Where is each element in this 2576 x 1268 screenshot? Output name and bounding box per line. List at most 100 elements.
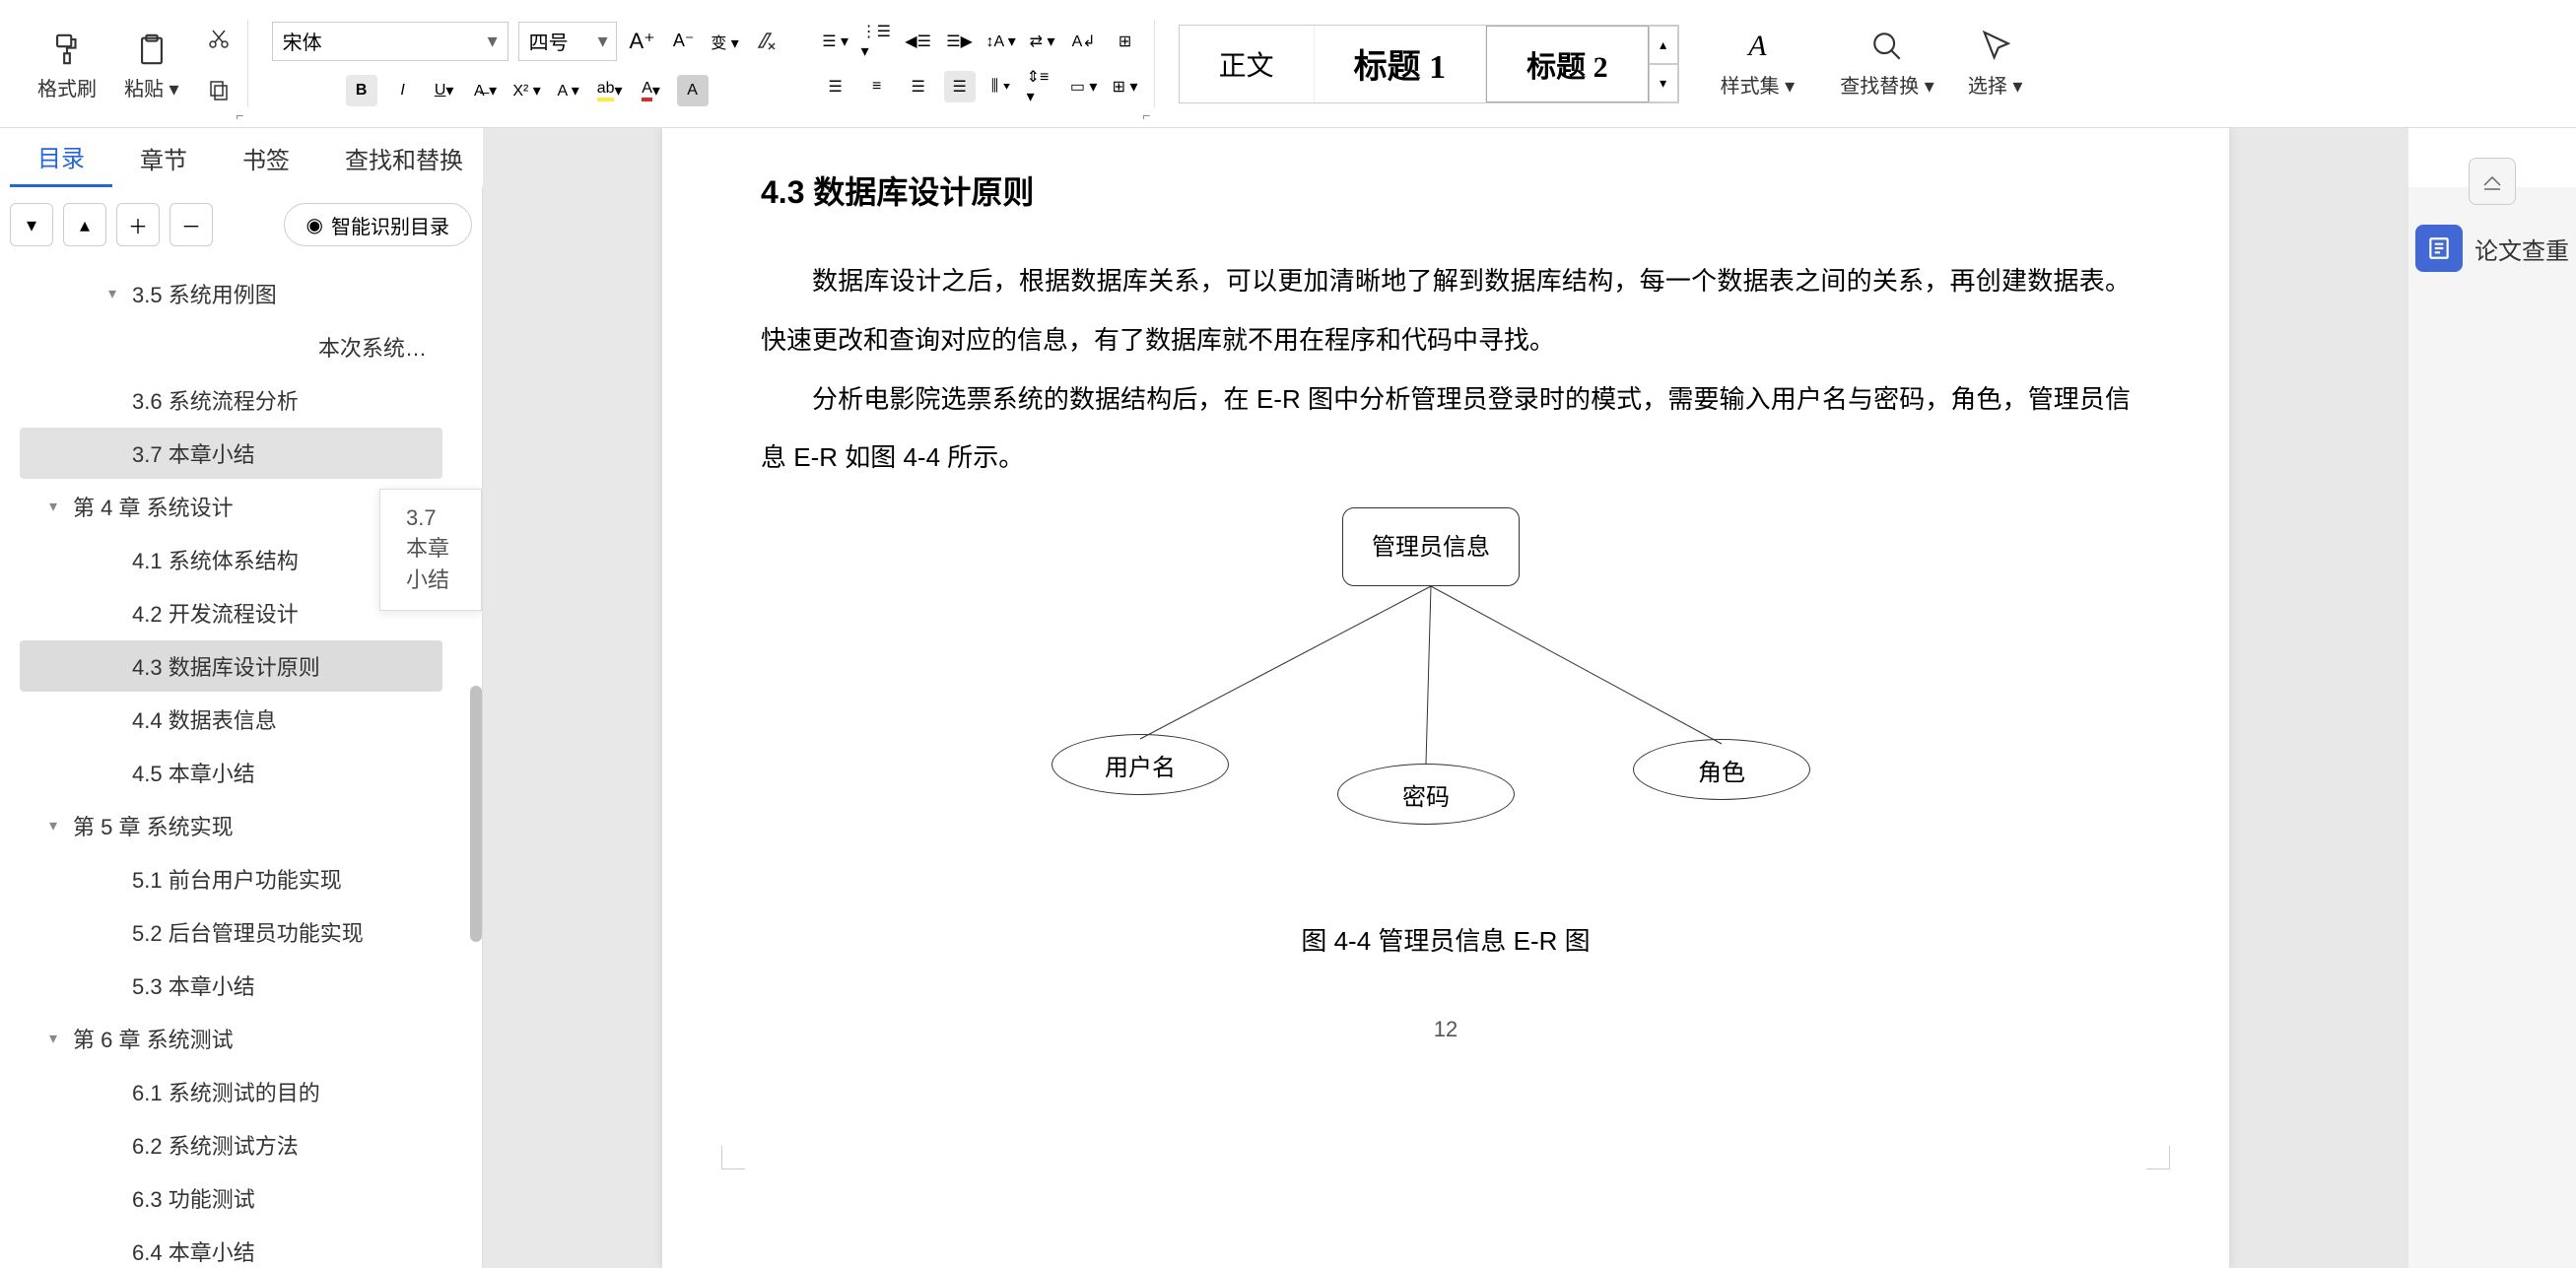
ribbon-toolbar: 格式刷 粘贴 ▾ ⌐ 宋体 四号 A⁺ A⁻ 变 ▾ B I U ▾ A̶ [0, 0, 2576, 128]
select-label: 选择 ▾ [1968, 70, 2023, 99]
toc-item[interactable]: ▾第 6 章 系统测试 [20, 1013, 442, 1064]
align-left-button[interactable]: ☰ [820, 71, 851, 102]
toc-item[interactable]: 4.4 数据表信息 [20, 694, 442, 745]
font-color-button[interactable]: A ▾ [636, 75, 667, 106]
find-replace-label: 查找替换 ▾ [1840, 70, 1934, 99]
nav-tab-bookmark[interactable]: 书签 [215, 128, 317, 187]
toc-item[interactable]: 3.7 本章小结 [20, 428, 442, 479]
shading-button[interactable]: ▭ ▾ [1068, 71, 1100, 102]
nav-tab-findreplace[interactable]: 查找和替换 [317, 128, 491, 187]
nav-tab-chapter[interactable]: 章节 [112, 128, 215, 187]
toc-item[interactable]: 5.1 前台用户功能实现 [20, 853, 442, 904]
style-heading1[interactable]: 标题 1 [1315, 26, 1487, 102]
cut-button[interactable] [203, 23, 235, 54]
caret-icon: ▾ [49, 497, 73, 516]
decrease-font-button[interactable]: A⁻ [668, 26, 700, 57]
toc-item[interactable]: ▾第 5 章 系统实现 [20, 800, 442, 851]
toc-item[interactable]: 5.3 本章小结 [20, 960, 442, 1011]
thesis-check-icon [2415, 225, 2463, 272]
toc-item[interactable]: 5.2 后台管理员功能实现 [20, 906, 442, 958]
remove-heading-button[interactable]: － [169, 203, 213, 246]
style-gallery-expand[interactable]: ▴▾ [1649, 26, 1678, 102]
line-spacing-button[interactable]: ⇕≡ ▾ [1027, 71, 1058, 102]
find-replace-button[interactable]: 查找替换 ▾ [1836, 25, 1938, 102]
toc-item[interactable]: ▾3.5 系统用例图 [20, 268, 442, 319]
bullet-list-button[interactable]: ☰ ▾ [820, 26, 851, 57]
toc-item-label: 第 4 章 系统设计 [73, 491, 234, 522]
superscript-button[interactable]: X² ▾ [511, 75, 543, 106]
expand-all-button[interactable]: ▴ [63, 203, 106, 246]
highlight-button[interactable]: ab ▾ [594, 75, 626, 106]
toc-item-label: 6.3 功能测试 [132, 1182, 255, 1214]
paragraph-group: ☰ ▾ ⋮☰ ▾ ◀☰ ☰▶ ↕A ▾ ⇄ ▾ A↲ ⊞ ☰ ≡ ☰ ☰ ⫼ ▾… [806, 0, 1155, 127]
er-attr-username: 用户名 [1051, 734, 1229, 795]
text-effects-button[interactable]: A ▾ [553, 75, 584, 106]
collapse-all-button[interactable]: ▾ [10, 203, 53, 246]
phonetic-guide-button[interactable]: 变 ▾ [710, 26, 741, 57]
toc-scrollbar[interactable] [470, 686, 482, 942]
toc-item[interactable]: 4.3 数据库设计原则 [20, 640, 442, 692]
clear-format-button[interactable] [751, 26, 782, 57]
toc-item[interactable]: 3.6 系统流程分析 [20, 374, 442, 426]
strikethrough-button[interactable]: A̶ ▾ [470, 75, 502, 106]
paste-button[interactable]: 粘贴 ▾ [120, 28, 183, 105]
align-right-button[interactable]: ☰ [903, 71, 934, 102]
line-break-button[interactable]: A↲ [1068, 26, 1100, 57]
toc-item-label: 4.5 本章小结 [132, 757, 255, 788]
style-gallery: 正文 标题 1 标题 2 ▴▾ [1179, 25, 1679, 103]
align-justify-button[interactable]: ☰ [944, 71, 976, 102]
copy-button[interactable] [203, 74, 235, 105]
toc-item[interactable]: 4.5 本章小结 [20, 747, 442, 798]
toc-item[interactable]: 本次系统的… [20, 321, 442, 372]
sort-button[interactable]: ⇄ ▾ [1027, 26, 1058, 57]
cursor-icon [1978, 29, 2013, 64]
rail-collapse-button[interactable] [2469, 158, 2516, 205]
increase-font-button[interactable]: A⁺ [627, 26, 658, 57]
font-name-select[interactable]: 宋体 [272, 22, 508, 61]
underline-button[interactable]: U ▾ [429, 75, 460, 106]
toc-item-label: 6.2 系统测试方法 [132, 1129, 299, 1161]
toc-item-label: 4.4 数据表信息 [132, 703, 277, 735]
paragraph-expand-icon[interactable]: ⌐ [1142, 107, 1150, 123]
toc-item[interactable]: 6.3 功能测试 [20, 1172, 442, 1224]
styles-group: 正文 标题 1 标题 2 ▴▾ [1165, 0, 1693, 127]
format-painter-label: 格式刷 [37, 73, 97, 101]
toc-item[interactable]: 6.4 本章小结 [20, 1226, 442, 1268]
editing-group: 查找替换 ▾ 选择 ▾ [1822, 0, 2040, 127]
italic-button[interactable]: I [387, 75, 419, 106]
document-page[interactable]: 4.3 数据库设计原则 数据库设计之后，根据数据库关系，可以更加清晰地了解到数据… [662, 128, 2229, 1268]
nav-tab-toc[interactable]: 目录 [10, 128, 112, 187]
er-attr-role: 角色 [1633, 739, 1810, 800]
distribute-button[interactable]: ⫼ ▾ [985, 71, 1017, 102]
figure-caption: 图 4-4 管理员信息 E-R 图 [761, 921, 2131, 958]
toc-item-label: 4.1 系统体系结构 [132, 544, 299, 575]
toc-item-label: 3.5 系统用例图 [132, 278, 277, 309]
number-list-button[interactable]: ⋮☰ ▾ [861, 26, 893, 57]
borders-button[interactable]: ⊞ ▾ [1110, 71, 1141, 102]
text-direction-button[interactable]: ↕A ▾ [985, 26, 1017, 57]
styles-set-button[interactable]: A 样式集 ▾ [1717, 25, 1799, 102]
er-entity-box: 管理员信息 [1342, 507, 1520, 586]
toc-item-label: 5.2 后台管理员功能实现 [132, 916, 364, 948]
thesis-check-item[interactable]: 论文查重 [2415, 225, 2569, 272]
increase-indent-button[interactable]: ☰▶ [944, 26, 976, 57]
style-normal[interactable]: 正文 [1180, 26, 1315, 102]
show-marks-button[interactable]: ⊞ [1110, 26, 1141, 57]
char-shading-button[interactable]: A [677, 75, 709, 106]
toc-item-label: 5.1 前台用户功能实现 [132, 863, 342, 895]
paste-label: 粘贴 ▾ [124, 73, 179, 101]
add-heading-button[interactable]: ＋ [116, 203, 160, 246]
toc-item[interactable]: 6.2 系统测试方法 [20, 1119, 442, 1170]
smart-detect-toc-button[interactable]: ◉ 智能识别目录 [284, 203, 472, 246]
decrease-indent-button[interactable]: ◀☰ [903, 26, 934, 57]
caret-icon: ▾ [49, 1029, 73, 1048]
format-painter-button[interactable]: 格式刷 [34, 28, 101, 105]
smart-detect-icon: ◉ [306, 213, 323, 237]
bold-button[interactable]: B [346, 75, 377, 106]
toc-item[interactable]: 6.1 系统测试的目的 [20, 1066, 442, 1117]
style-heading2[interactable]: 标题 2 [1486, 26, 1649, 102]
clipboard-expand-icon[interactable]: ⌐ [236, 107, 243, 123]
select-button[interactable]: 选择 ▾ [1964, 25, 2027, 102]
align-center-button[interactable]: ≡ [861, 71, 893, 102]
font-size-select[interactable]: 四号 [518, 22, 617, 61]
